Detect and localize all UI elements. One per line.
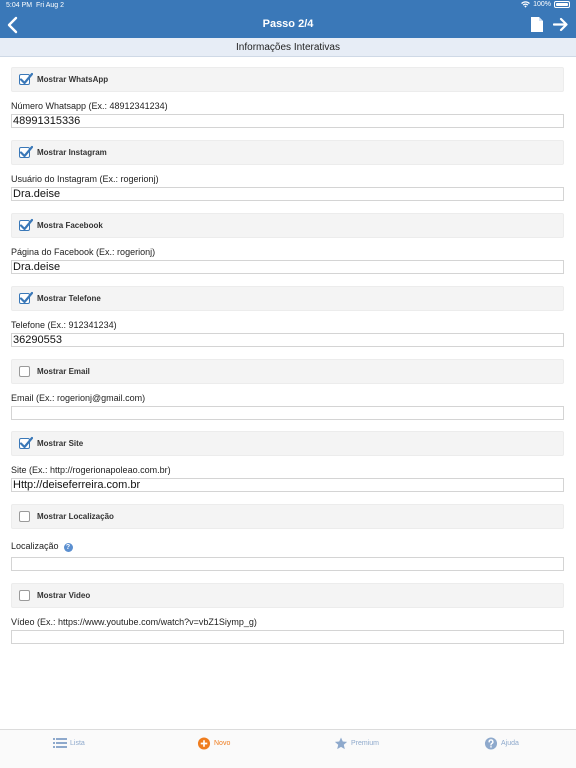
status-bar: 5:04 PM Fri Aug 2 100% [0,0,576,12]
help-icon[interactable]: ? [63,543,73,552]
checkbox-email[interactable] [19,366,30,377]
field-label-localizacao: Localização? [11,541,73,552]
localizacao-label-text: Localização [11,541,59,551]
field-label-site: Site (Ex.: http://rogerionapoleao.com.br… [11,465,171,475]
localizacao-input[interactable] [11,557,564,571]
toggle-row-instagram[interactable]: Mostrar Instagram [11,140,564,165]
battery-icon [554,1,570,8]
toggle-row-localizacao[interactable]: Mostrar Localização [11,504,564,529]
tab-novo[interactable]: Novo [197,737,230,750]
toggle-row-telefone[interactable]: Mostrar Telefone [11,286,564,311]
tab-label: Lista [70,740,85,747]
plus-circle-icon [197,737,211,750]
checkbox-localizacao[interactable] [19,511,30,522]
checkbox-site[interactable] [19,436,33,449]
battery-percent: 100% [533,1,551,8]
toggle-label: Mostrar WhatsApp [37,75,109,84]
toggle-row-site[interactable]: Mostrar Site [11,431,564,456]
toggle-label: Mostrar Telefone [37,294,101,303]
tab-label: Premium [351,740,380,747]
toggle-label: Mostrar Instagram [37,148,107,157]
video-input[interactable] [11,630,564,644]
checkbox-whatsapp[interactable] [19,72,33,85]
status-time: 5:04 PM [6,2,33,9]
status-right: 100% [521,1,570,8]
checkbox-video[interactable] [19,590,30,601]
help-circle-icon [484,737,498,750]
checkmark-icon [19,145,33,158]
list-icon [53,738,67,748]
whatsapp-input[interactable]: 48991315336 [11,114,564,128]
wifi-icon [521,1,530,8]
telefone-input[interactable]: 36290553 [11,333,564,347]
section-header: Informações Interativas [0,38,576,57]
tab-ajuda[interactable]: Ajuda [484,737,519,750]
checkbox-telefone[interactable] [19,291,33,304]
tab-label: Ajuda [501,740,519,747]
field-label-instagram: Usuário do Instagram (Ex.: rogerionj) [11,174,159,184]
toggle-label: Mostra Facebook [37,221,103,230]
tab-bar: Lista Novo Premium Ajuda [0,729,576,768]
toggle-label: Mostrar Site [37,439,84,448]
field-label-facebook: Página do Facebook (Ex.: rogerionj) [11,247,156,257]
tab-premium[interactable]: Premium [334,737,379,750]
toggle-row-facebook[interactable]: Mostra Facebook [11,213,564,238]
checkmark-icon [19,218,33,231]
toggle-label: Mostrar Email [37,367,90,376]
facebook-input[interactable]: Dra.deise [11,260,564,274]
checkmark-icon [19,291,33,304]
document-icon[interactable] [531,17,543,32]
tab-label: Novo [214,740,231,747]
status-date: Fri Aug 2 [36,2,65,9]
toggle-row-video[interactable]: Mostrar Video [11,583,564,608]
field-label-whatsapp: Número Whatsapp (Ex.: 48912341234) [11,101,168,111]
toggle-row-whatsapp[interactable]: Mostrar WhatsApp [11,67,564,92]
arrow-right-icon[interactable] [553,17,568,32]
checkmark-icon [19,72,33,85]
email-input[interactable] [11,406,564,420]
checkmark-icon [19,436,33,449]
toggle-label: Mostrar Video [37,591,91,600]
instagram-input[interactable]: Dra.deise [11,187,564,201]
site-input[interactable]: Http://deiseferreira.com.br [11,478,564,492]
page-title: Passo 2/4 [262,18,314,30]
star-icon [334,737,348,750]
toggle-row-email[interactable]: Mostrar Email [11,359,564,384]
tab-lista[interactable]: Lista [53,737,85,750]
checkbox-instagram[interactable] [19,145,33,158]
nav-bar: Passo 2/4 [0,12,576,38]
field-label-telefone: Telefone (Ex.: 912341234) [11,320,117,330]
field-label-email: Email (Ex.: rogerionj@gmail.com) [11,393,146,403]
checkbox-facebook[interactable] [19,218,33,231]
field-label-video: Vídeo (Ex.: https://www.youtube.com/watc… [11,617,257,627]
toggle-label: Mostrar Localização [37,512,114,521]
